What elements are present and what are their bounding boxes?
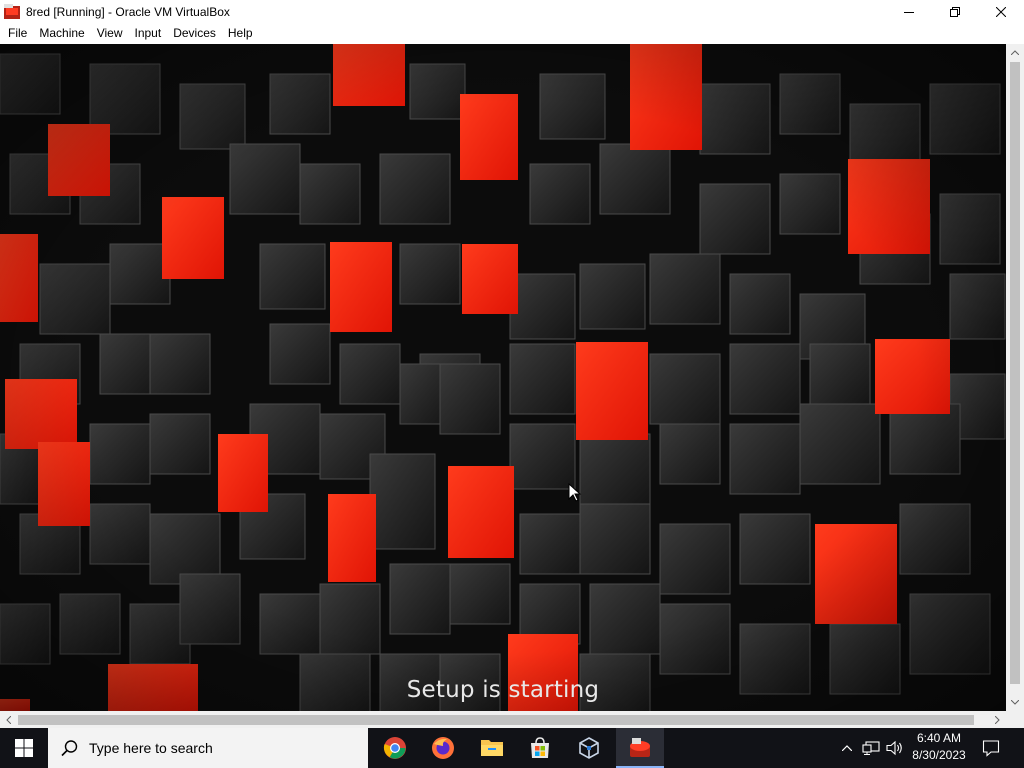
action-center-button[interactable] [976, 728, 1006, 768]
search-icon [61, 739, 79, 757]
menu-help[interactable]: Help [222, 23, 259, 44]
network-icon [862, 741, 880, 755]
virtualbox-vm-icon [630, 738, 650, 757]
scroll-up-icon[interactable] [1006, 44, 1024, 61]
close-icon [996, 6, 1006, 17]
microsoft-store-icon [531, 737, 549, 758]
minimize-button[interactable] [886, 0, 932, 23]
taskbar-search-box[interactable]: Type here to search [48, 728, 368, 768]
taskbar-clock[interactable]: 6:40 AM 8/30/2023 [906, 730, 972, 764]
clock-date: 8/30/2023 [912, 748, 966, 762]
network-button[interactable] [860, 728, 882, 768]
chevron-up-icon [842, 745, 852, 751]
taskbar-virtualbox-vm[interactable] [616, 728, 664, 768]
search-placeholder: Type here to search [89, 740, 213, 756]
scroll-down-icon[interactable] [1006, 694, 1024, 711]
virtualbox-icon [579, 737, 599, 759]
menu-machine[interactable]: Machine [33, 23, 90, 44]
setup-status-text: Setup is starting [406, 677, 600, 703]
file-explorer-icon [481, 740, 503, 756]
minimize-icon [904, 11, 914, 13]
show-hidden-icons-button[interactable] [838, 728, 856, 768]
vertical-scrollbar[interactable] [1006, 44, 1024, 711]
mouse-cursor-icon [568, 483, 582, 502]
clock-time: 6:40 AM [916, 731, 962, 745]
taskbar: Type here to search 6:40 AM 8/30/2023 [0, 728, 1024, 768]
cubes-wallpaper [0, 44, 1006, 711]
firefox-icon [432, 737, 454, 759]
chrome-icon [383, 737, 406, 759]
horizontal-scrollbar[interactable] [0, 711, 1006, 728]
vm-display[interactable]: Setup is starting [0, 44, 1006, 711]
horizontal-scroll-thumb[interactable] [18, 715, 974, 725]
windows-logo-icon [15, 739, 33, 757]
vertical-scroll-thumb[interactable] [1010, 62, 1020, 684]
scroll-left-icon[interactable] [0, 711, 17, 728]
close-button[interactable] [978, 0, 1024, 23]
action-center-icon [982, 740, 1000, 757]
menu-input[interactable]: Input [129, 23, 168, 44]
taskbar-file-explorer[interactable] [468, 728, 516, 768]
menu-bar: File Machine View Input Devices Help [0, 23, 1024, 44]
menu-file[interactable]: File [0, 23, 33, 44]
volume-button[interactable] [884, 728, 906, 768]
taskbar-virtualbox[interactable] [565, 728, 613, 768]
menu-devices[interactable]: Devices [167, 23, 222, 44]
menu-view[interactable]: View [91, 23, 129, 44]
virtualbox-vm-icon [4, 3, 20, 20]
volume-icon [886, 740, 902, 756]
taskbar-firefox[interactable] [419, 728, 467, 768]
restore-button[interactable] [932, 0, 978, 23]
taskbar-microsoft-store[interactable] [516, 728, 564, 768]
window-title: 8red [Running] - Oracle VM VirtualBox [26, 4, 230, 19]
scrollbar-corner [1006, 711, 1024, 728]
window-title-bar[interactable]: 8red [Running] - Oracle VM VirtualBox [0, 0, 1024, 23]
start-button[interactable] [0, 728, 48, 768]
taskbar-chrome[interactable] [371, 728, 419, 768]
restore-icon [950, 6, 960, 17]
scroll-right-icon[interactable] [989, 711, 1006, 728]
